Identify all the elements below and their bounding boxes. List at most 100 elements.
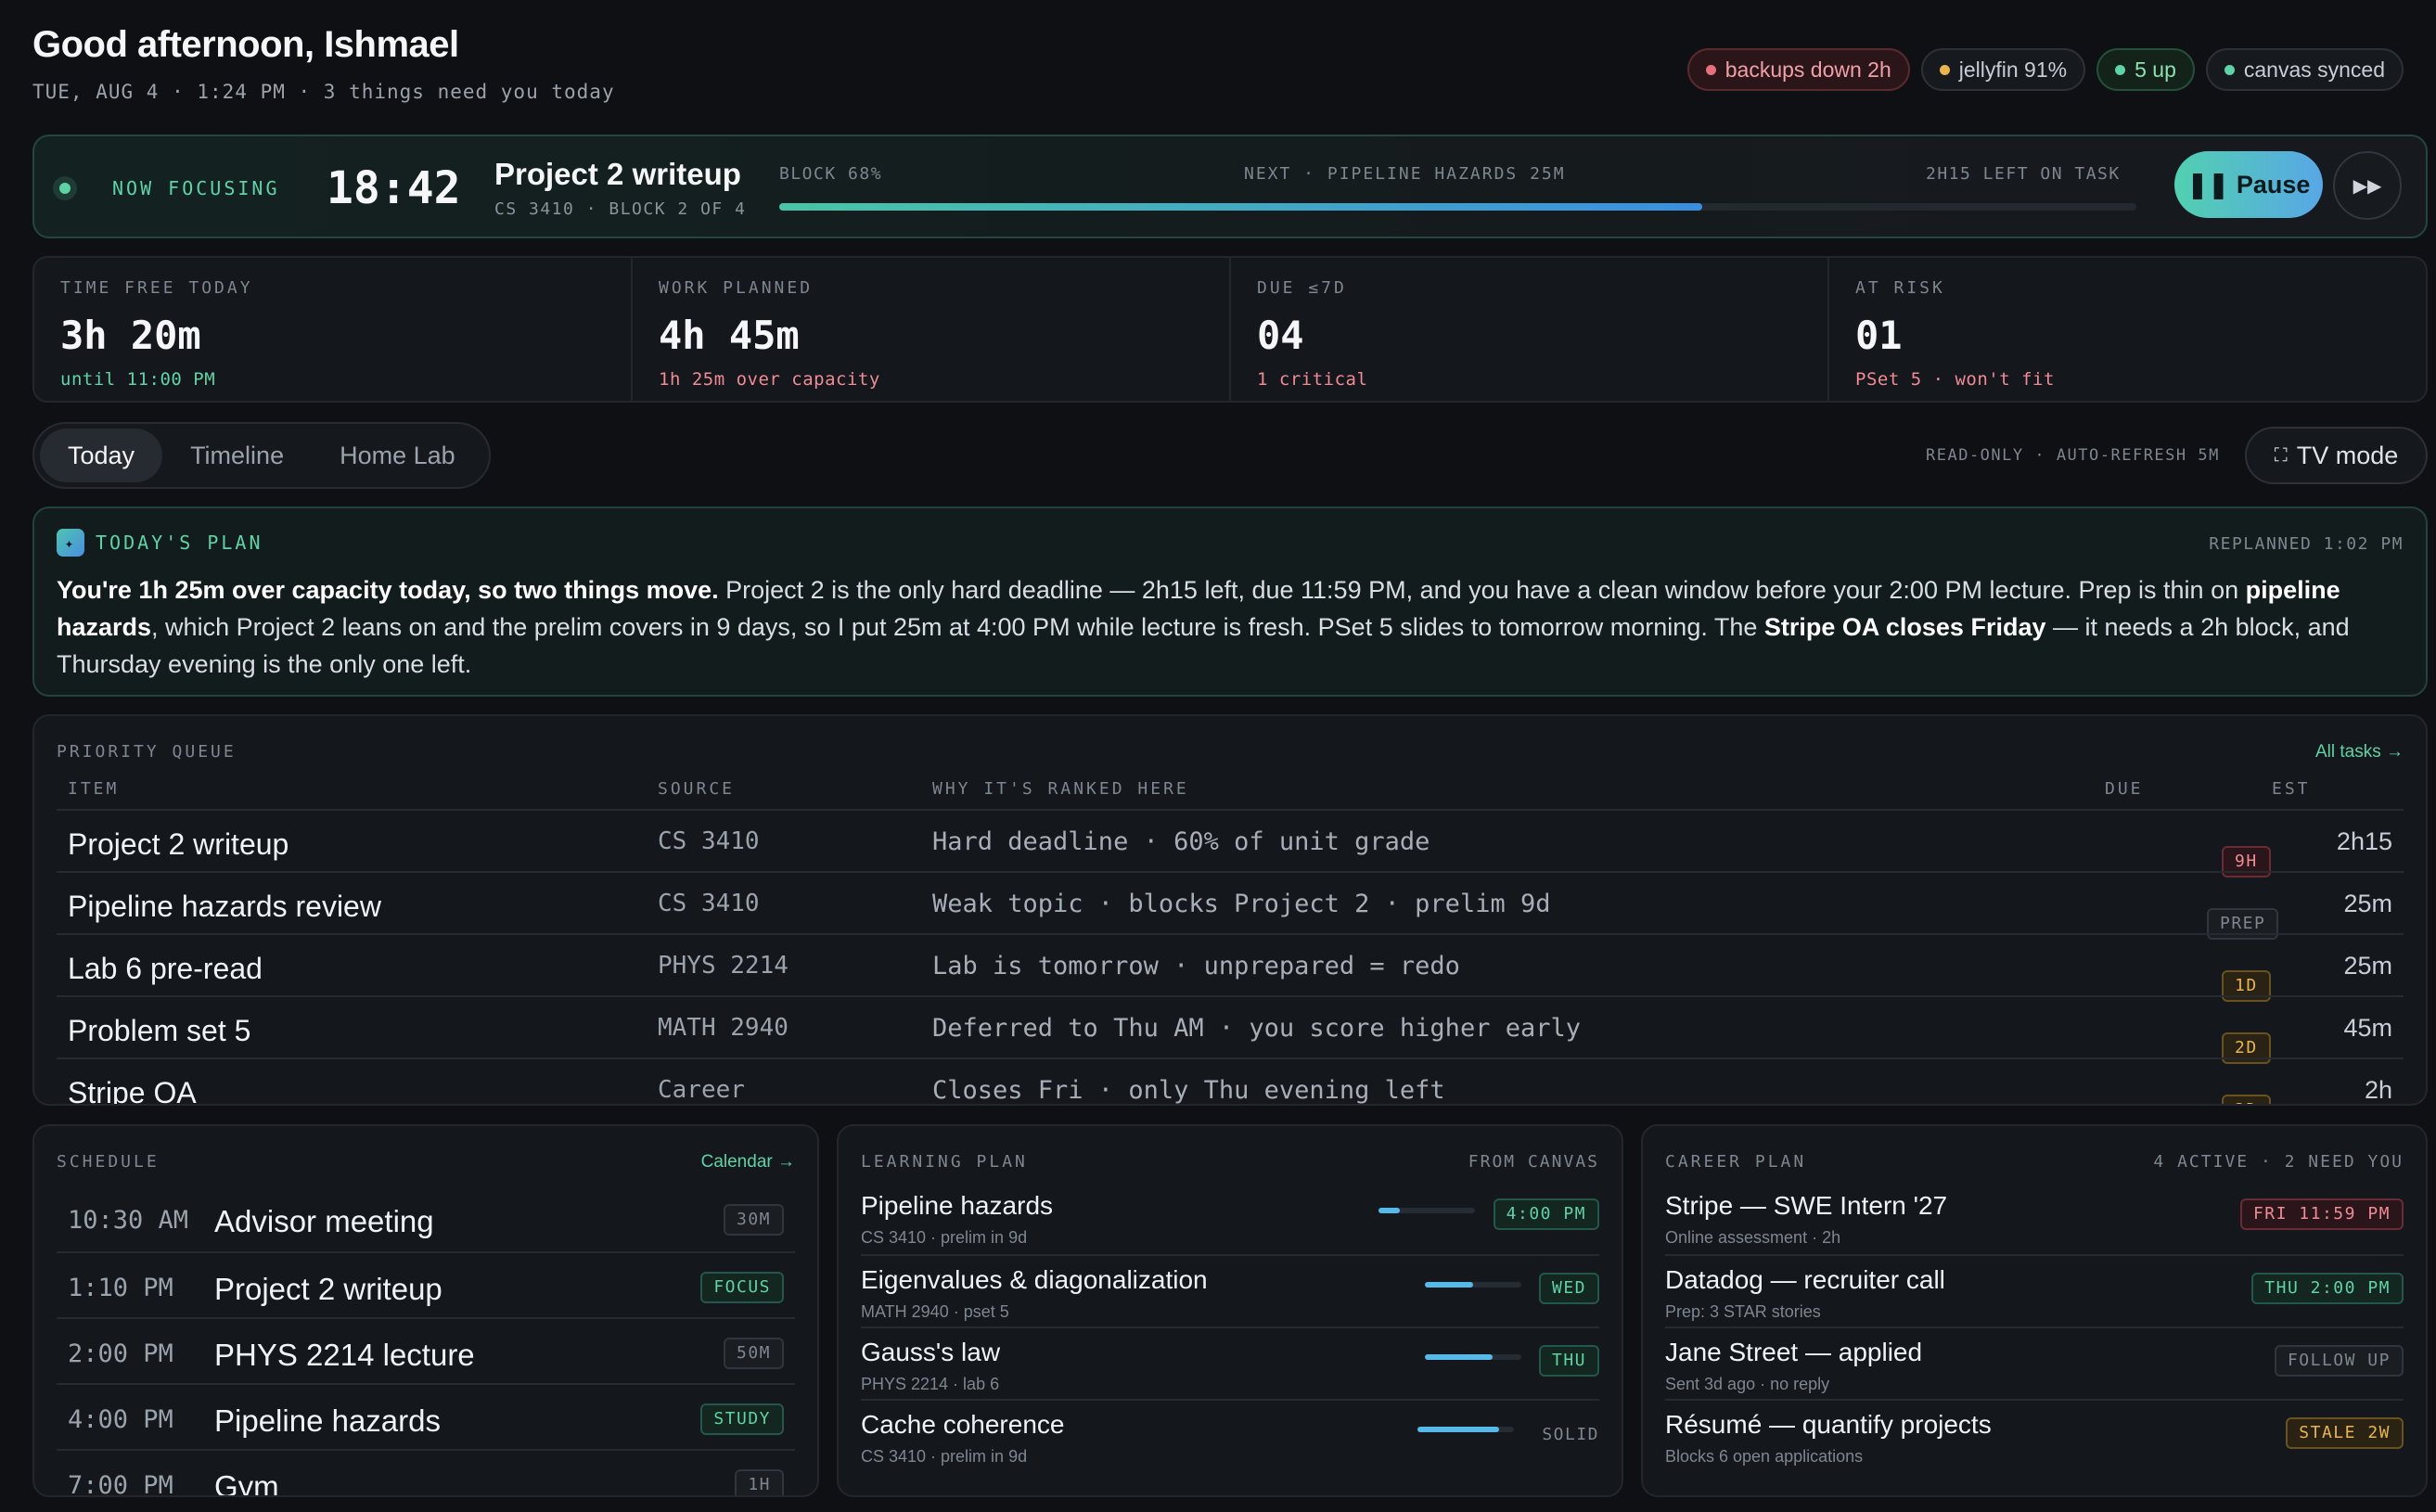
career-title: Résumé — quantify projects [1665,1410,1992,1439]
career-title: Jane Street — applied [1665,1338,1923,1366]
schedule-row[interactable]: 4:00 PM Pipeline hazards STUDY [57,1383,795,1449]
queue-item: Problem set 5 [68,1014,251,1047]
schedule-title: Advisor meeting [214,1204,434,1238]
deadline-badge: THU 2:00 PM [2251,1273,2404,1304]
status-dot-icon [2224,64,2235,75]
topic-status: SOLID [1542,1425,1599,1444]
pause-button[interactable]: ❚❚ Pause [2174,151,2323,218]
tab-timeline[interactable]: Timeline [162,429,312,482]
queue-row[interactable]: Pipeline hazards review CS 3410 Weak top… [57,871,2404,940]
queue-why: Hard deadline · 60% of unit grade [932,827,1430,856]
action-badge: FOLLOW UP [2274,1345,2404,1377]
plan-text: You're 1h 25m over capacity today, so tw… [57,576,719,604]
learning-row[interactable]: Pipeline hazards CS 3410 · prelim in 9d … [861,1182,1599,1254]
fullscreen-icon: ⛶ [2274,444,2288,466]
skip-forward-icon: ▶▶ [2353,175,2382,197]
tv-mode-button[interactable]: ⛶ TV mode [2245,427,2428,484]
queue-source: CS 3410 [658,890,760,917]
status-pill-jellyfin[interactable]: jellyfin 91% [1920,48,2086,91]
stat-value: 01 [1855,313,1903,358]
focus-task-sub: CS 3410 · BLOCK 2 OF 4 [494,199,747,219]
schedule-row[interactable]: 10:30 AM Advisor meeting 30M [57,1185,795,1251]
calendar-link[interactable]: Calendar → [701,1152,795,1172]
topic-schedule: WED [1538,1273,1599,1304]
queue-source: MATH 2940 [658,1014,788,1042]
career-row[interactable]: Résumé — quantify projects Blocks 6 open… [1665,1399,2404,1471]
topic-title: Gauss's law [861,1338,1001,1366]
deadline-badge: FRI 11:59 PM [2239,1198,2404,1230]
topic-title: Pipeline hazards [861,1191,1054,1220]
learning-source: FROM CANVAS [1468,1152,1599,1172]
queue-item: Pipeline hazards review [68,890,381,923]
topic-sub: MATH 2940 · pset 5 [861,1302,1009,1321]
schedule-row[interactable]: 7:00 PM Gym 1H [57,1449,795,1495]
pill-label: jellyfin 91% [1958,57,2068,82]
career-plan-panel: CAREER PLAN 4 ACTIVE · 2 NEED YOU Stripe… [1641,1124,2428,1497]
queue-why: Weak topic · blocks Project 2 · prelim 9… [932,890,1551,918]
career-row[interactable]: Datadog — recruiter call Prep: 3 STAR st… [1665,1254,2404,1326]
queue-row[interactable]: Problem set 5 MATH 2940 Deferred to Thu … [57,995,2404,1064]
col-source: SOURCE [658,779,736,799]
focus-bar: NOW FOCUSING 18:42 Project 2 writeup CS … [32,135,2428,238]
queue-item: Project 2 writeup [68,827,289,861]
topic-title: Cache coherence [861,1410,1065,1439]
queue-label: PRIORITY QUEUE [57,742,237,762]
queue-row[interactable]: Stripe OA Career Closes Fri · only Thu e… [57,1057,2404,1106]
queue-row[interactable]: Project 2 writeup CS 3410 Hard deadline … [57,809,2404,878]
tv-mode-label: TV mode [2296,441,2399,469]
schedule-tag: 30M [723,1204,784,1236]
all-tasks-link[interactable]: All tasks → [2315,742,2404,762]
queue-row[interactable]: Lab 6 pre-read PHYS 2214 Lab is tomorrow… [57,933,2404,1002]
learning-row[interactable]: Eigenvalues & diagonalization MATH 2940 … [861,1254,1599,1326]
focus-block-percent: BLOCK 68% [779,164,883,184]
focus-task-title: Project 2 writeup [494,157,741,191]
focus-timer: 18:42 [327,162,461,214]
career-row[interactable]: Jane Street — applied Sent 3d ago · no r… [1665,1326,2404,1399]
queue-item: Lab 6 pre-read [68,952,263,985]
schedule-time: 4:00 PM [68,1405,173,1434]
learning-row[interactable]: Cache coherence CS 3410 · prelim in 9d S… [861,1399,1599,1471]
mastery-bar [1425,1354,1521,1360]
pill-label: canvas synced [2243,57,2385,82]
status-pill-canvas[interactable]: canvas synced [2205,48,2404,91]
stat-due: DUE ≤7D 04 1 critical [1231,258,1829,401]
learning-plan-panel: LEARNING PLAN FROM CANVAS Pipeline hazar… [837,1124,1623,1497]
career-sub: Sent 3d ago · no reply [1665,1375,1830,1393]
career-status: STALE 2W [2286,1417,2404,1449]
focus-label: NOW FOCUSING [112,177,280,199]
topic-schedule: THU [1538,1345,1599,1377]
stat-note: until 11:00 PM [60,369,216,390]
stat-value: 4h 45m [659,313,800,358]
queue-why: Lab is tomorrow · unprepared = redo [932,952,1460,980]
topic-sub: CS 3410 · prelim in 9d [861,1228,1028,1247]
status-pill-services-up[interactable]: 5 up [2096,48,2195,91]
queue-source: PHYS 2214 [658,952,788,980]
queue-source: Career [658,1076,745,1104]
queue-why: Deferred to Thu AM · you score higher ea… [932,1014,1581,1043]
schedule-row[interactable]: 2:00 PM PHYS 2214 lecture 50M [57,1317,795,1383]
schedule-title: Project 2 writeup [214,1272,442,1306]
mastery-bar [1378,1208,1475,1213]
topic-schedule: 4:00 PM [1493,1198,1599,1230]
queue-item: Stripe OA [68,1076,197,1106]
status-pill-backups[interactable]: backups down 2h [1686,48,1910,91]
schedule-panel: SCHEDULE Calendar → 10:30 AM Advisor mee… [32,1124,819,1497]
skip-button[interactable]: ▶▶ [2333,151,2402,220]
career-row[interactable]: Stripe — SWE Intern '27 Online assessmen… [1665,1182,2404,1254]
when-badge: WED [1538,1273,1599,1304]
status-dot-icon [1939,64,1950,75]
schedule-row[interactable]: 1:10 PM Project 2 writeup FOCUS [57,1251,795,1317]
stat-label: DUE ≤7D [1257,278,1347,298]
learning-row[interactable]: Gauss's law PHYS 2214 · lab 6 THU [861,1326,1599,1399]
tab-today[interactable]: Today [40,429,163,482]
schedule-title: PHYS 2214 lecture [214,1338,475,1372]
col-due: DUE [2105,779,2144,799]
career-title: Stripe — SWE Intern '27 [1665,1191,1948,1220]
sparkle-icon: ✦ [57,529,84,557]
duration-badge: 50M [723,1338,784,1369]
when-badge: THU [1538,1345,1599,1377]
topic-sub: CS 3410 · prelim in 9d [861,1447,1028,1466]
schedule-tag: STUDY [700,1403,784,1435]
career-deadline: THU 2:00 PM [2251,1273,2404,1304]
tab-home-lab[interactable]: Home Lab [312,429,483,482]
